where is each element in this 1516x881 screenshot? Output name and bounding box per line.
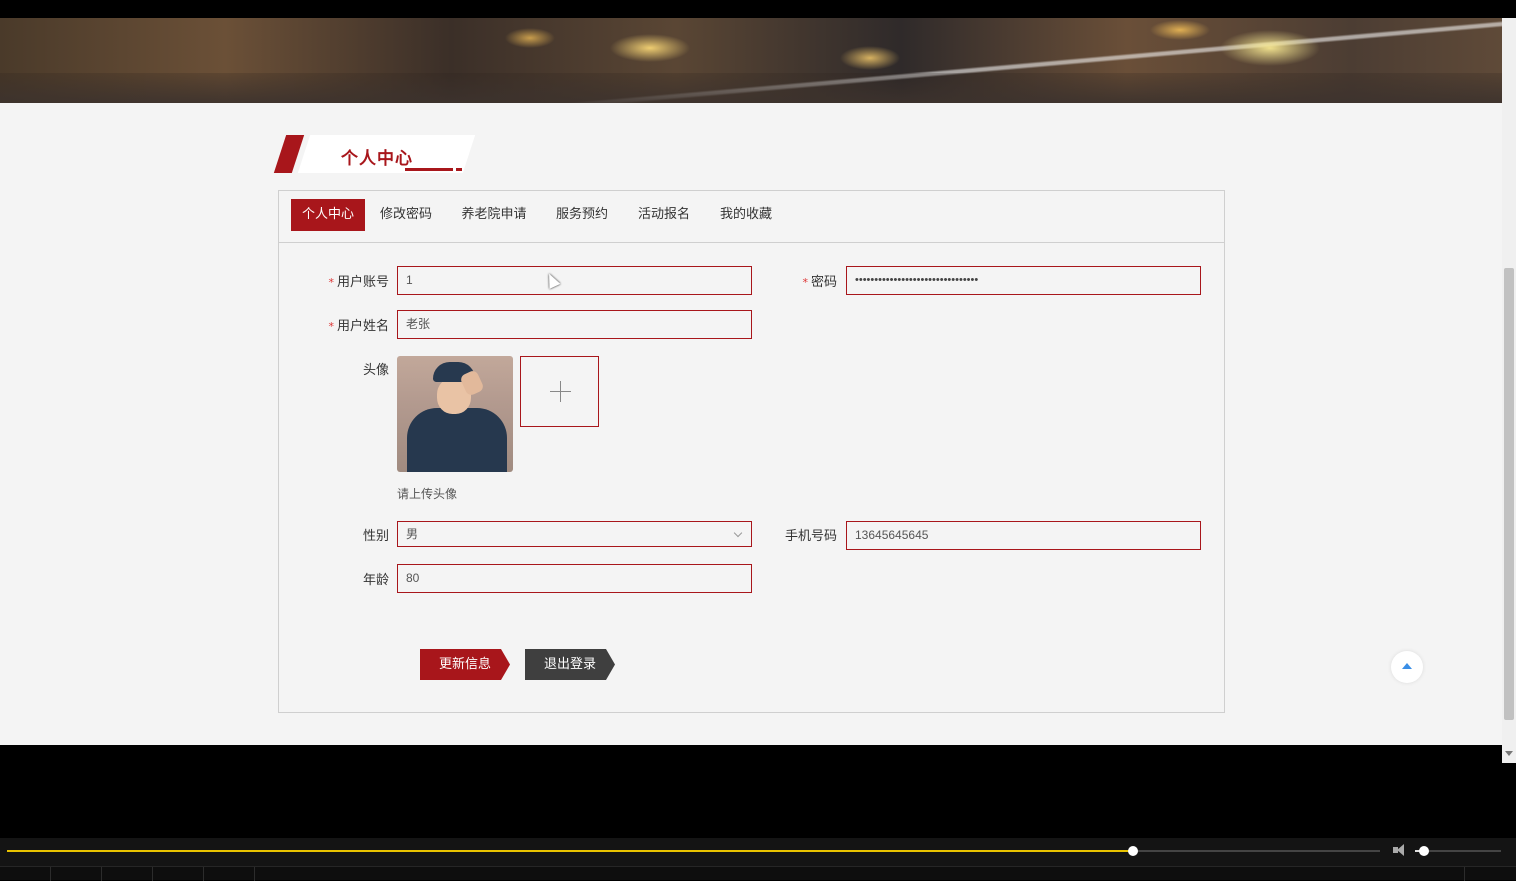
page-scrollbar[interactable] xyxy=(1502,18,1516,763)
tab-nursing-home-apply[interactable]: 养老院申请 xyxy=(457,199,531,231)
video-player-controls xyxy=(0,838,1516,881)
tab-bar: 个人中心 修改密码 养老院申请 服务预约 活动报名 我的收藏 xyxy=(279,191,1224,243)
progress-knob[interactable] xyxy=(1128,846,1138,856)
phone-label: 手机号码 xyxy=(784,529,837,544)
name-input[interactable]: 老张 xyxy=(397,310,752,339)
phone-input[interactable]: 13645645645 xyxy=(846,521,1201,550)
logout-button[interactable]: 退出登录 xyxy=(525,649,615,680)
player-bottom-strip xyxy=(0,866,1516,881)
title-underline xyxy=(405,168,453,171)
strip-divider xyxy=(203,867,204,881)
gender-select[interactable]: 男 xyxy=(397,521,752,547)
strip-divider xyxy=(152,867,153,881)
password-label: * 密码 xyxy=(759,271,837,290)
age-label: 年龄 xyxy=(362,573,389,588)
gender-label: 性别 xyxy=(362,529,389,544)
avatar-upload-hint: 请上传头像 xyxy=(397,487,458,501)
age-input[interactable]: 80 xyxy=(397,564,752,593)
strip-divider xyxy=(1464,867,1465,881)
tab-profile[interactable]: 个人中心 xyxy=(291,199,365,231)
password-label-text: 密码 xyxy=(810,275,837,290)
required-mark: * xyxy=(802,276,808,289)
tab-my-favorites[interactable]: 我的收藏 xyxy=(715,199,777,231)
password-input[interactable]: •••••••••••••••••••••••••••••••• xyxy=(846,266,1201,295)
scrollbar-thumb[interactable] xyxy=(1504,268,1514,720)
required-mark: * xyxy=(328,276,334,289)
avatar-upload-button[interactable] xyxy=(520,356,599,427)
progress-fill xyxy=(7,850,1133,852)
account-input[interactable]: 1 xyxy=(397,266,752,295)
tab-change-password[interactable]: 修改密码 xyxy=(375,199,437,231)
chevron-down-icon xyxy=(733,528,743,538)
plus-icon-vertical xyxy=(560,381,561,402)
gender-selected-value: 男 xyxy=(406,527,419,541)
header-banner-image xyxy=(0,18,1502,103)
update-info-button[interactable]: 更新信息 xyxy=(420,649,510,680)
avatar-image xyxy=(397,356,513,472)
volume-slider[interactable] xyxy=(1415,846,1501,856)
strip-divider xyxy=(50,867,51,881)
arrow-up-icon xyxy=(1402,663,1412,669)
section-title-block: 个人中心 xyxy=(273,135,478,175)
strip-divider xyxy=(101,867,102,881)
volume-icon[interactable] xyxy=(1393,844,1407,856)
avatar-body xyxy=(407,408,507,472)
tab-activity-signup[interactable]: 活动报名 xyxy=(633,199,695,231)
scroll-down-icon[interactable] xyxy=(1505,751,1513,756)
volume-icon-cone xyxy=(1397,844,1404,856)
required-mark: * xyxy=(328,320,334,333)
banner-ground xyxy=(0,73,1502,103)
strip-divider xyxy=(254,867,255,881)
account-label: * 用户账号 xyxy=(309,271,389,290)
avatar-label: 头像 xyxy=(362,363,389,378)
back-to-top-button[interactable] xyxy=(1391,651,1423,683)
account-label-text: 用户账号 xyxy=(336,275,389,290)
page-title: 个人中心 xyxy=(341,149,413,169)
screen: 个人中心 个人中心 修改密码 养老院申请 服务预约 活动报名 我的收藏 * 用户账… xyxy=(0,0,1516,881)
tab-service-booking[interactable]: 服务预约 xyxy=(551,199,613,231)
title-underline-dot xyxy=(456,168,462,171)
name-label: * 用户姓名 xyxy=(309,315,389,334)
video-progress-bar[interactable] xyxy=(7,846,1380,856)
profile-card: 个人中心 修改密码 养老院申请 服务预约 活动报名 我的收藏 * 用户账号 1 *… xyxy=(278,190,1225,713)
web-page: 个人中心 个人中心 修改密码 养老院申请 服务预约 活动报名 我的收藏 * 用户账… xyxy=(0,18,1502,745)
name-label-text: 用户姓名 xyxy=(336,319,389,334)
volume-knob[interactable] xyxy=(1419,846,1429,856)
